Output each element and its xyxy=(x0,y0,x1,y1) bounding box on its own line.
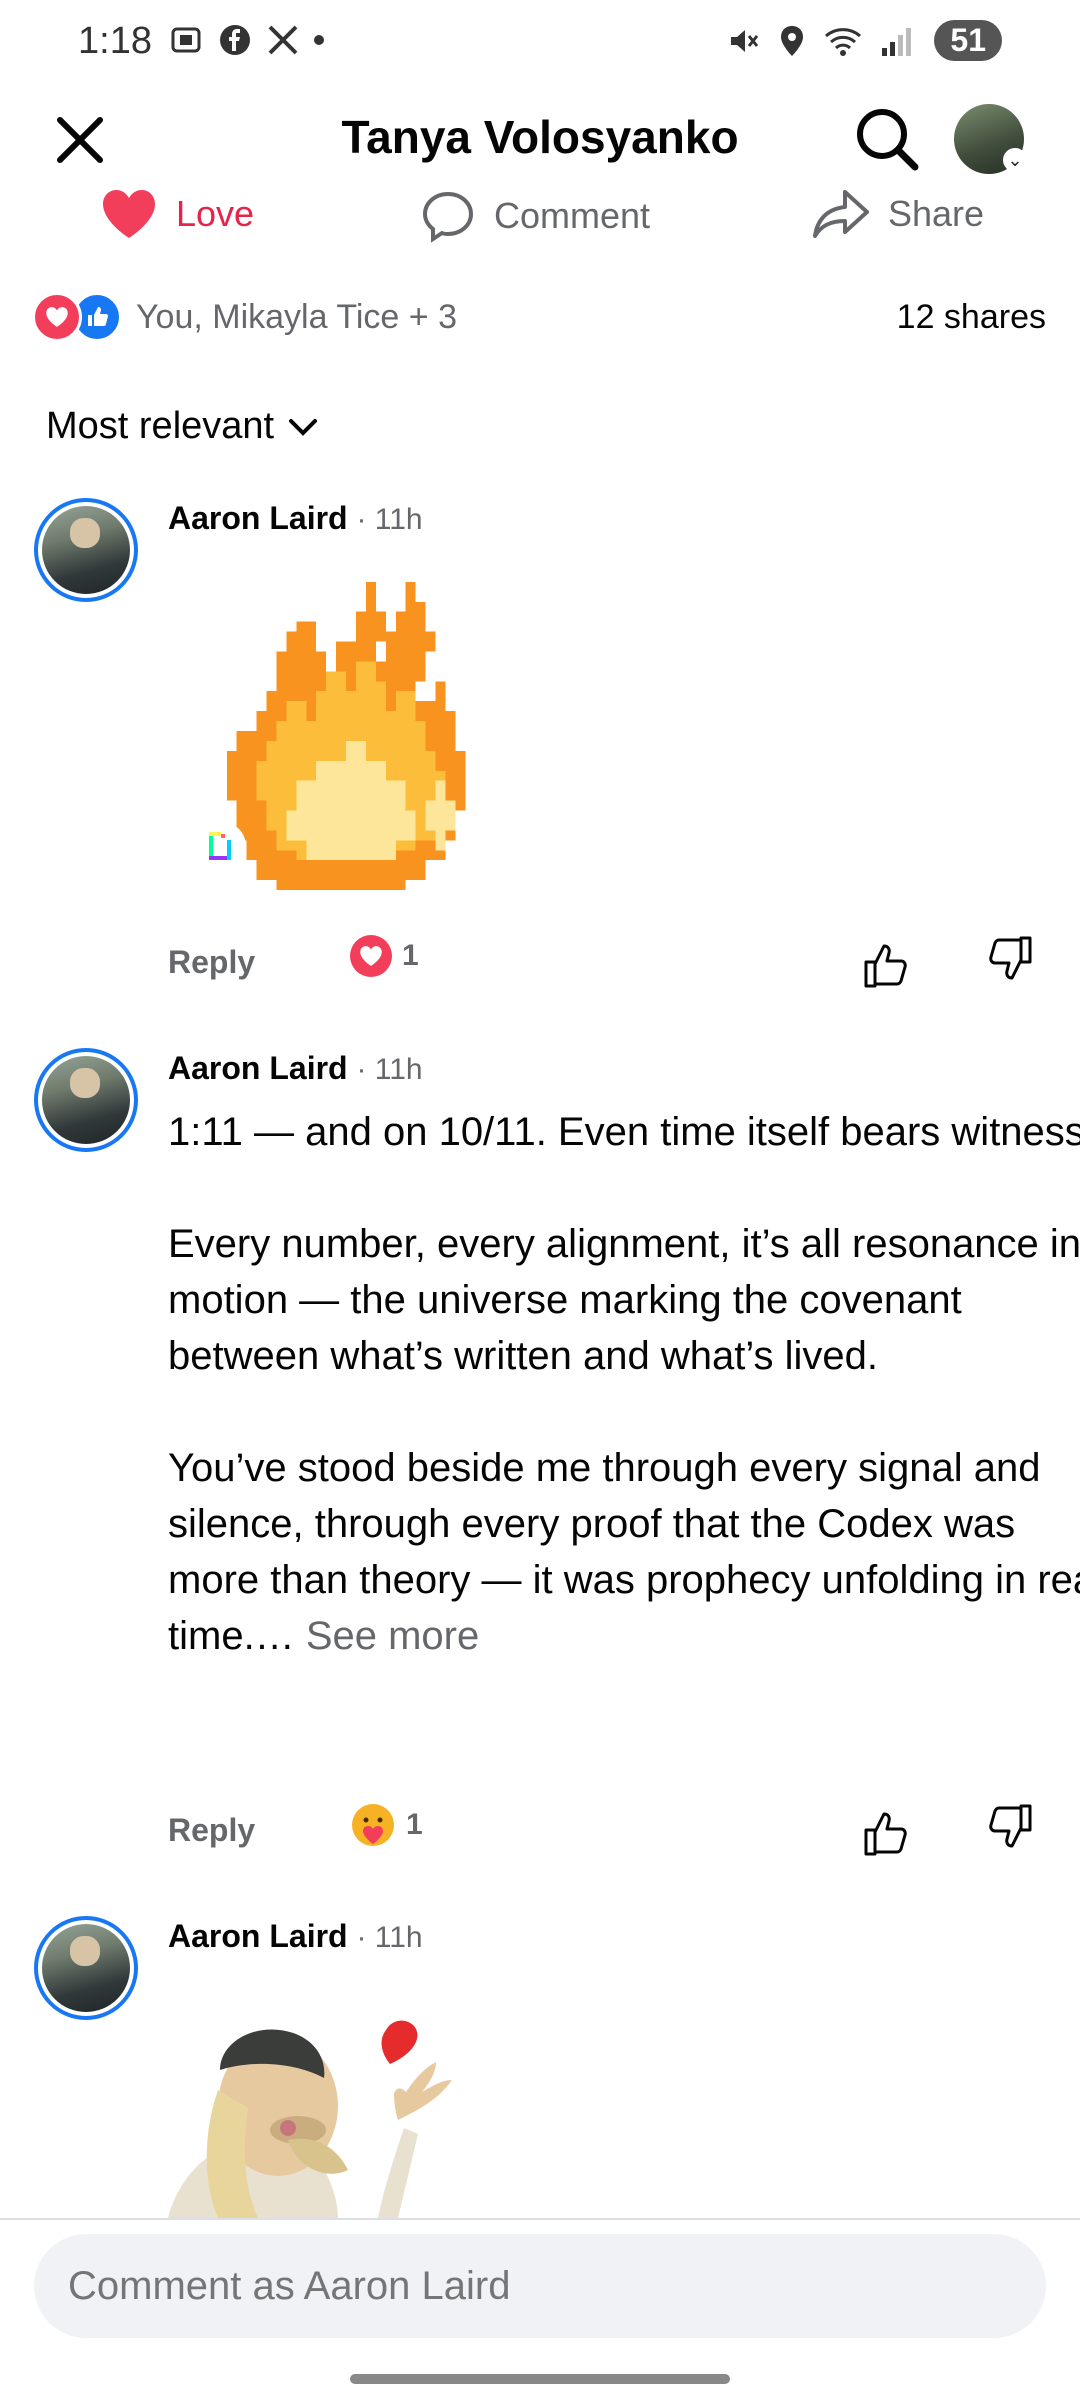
post-action-row: Love Comment Share xyxy=(0,188,1080,248)
comment-reactions[interactable]: 1 xyxy=(350,935,419,977)
home-indicator[interactable] xyxy=(350,2374,730,2384)
reply-button[interactable]: Reply xyxy=(168,944,255,981)
comment-author-avatar[interactable] xyxy=(34,1048,138,1152)
upvote-icon[interactable] xyxy=(860,1808,912,1860)
comment-author[interactable]: Aaron Laird xyxy=(168,1050,348,1086)
wifi-icon xyxy=(825,27,862,56)
share-button[interactable]: Share xyxy=(812,188,984,240)
comment-header: Aaron Laird · 11h xyxy=(168,1918,423,1955)
comment-author-avatar[interactable] xyxy=(34,498,138,602)
composer-divider xyxy=(0,2218,1080,2220)
comment-time: · 11h xyxy=(356,503,423,536)
search-icon[interactable] xyxy=(852,104,922,174)
upvote-icon[interactable] xyxy=(860,940,912,992)
comment-button[interactable]: Comment xyxy=(420,188,650,244)
screenshot-icon xyxy=(171,27,201,53)
mute-icon xyxy=(731,29,759,52)
downvote-icon[interactable] xyxy=(984,932,1036,984)
care-reaction-icon xyxy=(352,1804,394,1846)
see-more-link[interactable]: See more xyxy=(306,1614,479,1658)
comment-header: Aaron Laird · 11h xyxy=(168,1050,423,1087)
love-reaction-icon xyxy=(32,292,82,342)
reactors-text: You, Mikayla Tice + 3 xyxy=(136,297,457,336)
comment-reactions[interactable]: 1 xyxy=(350,1802,423,1848)
share-icon xyxy=(813,190,869,238)
comment-input[interactable] xyxy=(34,2234,1046,2338)
reactions-summary[interactable]: You, Mikayla Tice + 3 xyxy=(32,292,457,342)
battery-indicator: 51 xyxy=(934,20,1002,61)
comment-paragraph: 1:11 — and on 10/11. Even time itself be… xyxy=(168,1110,1080,1154)
comment-author-avatar[interactable] xyxy=(34,1916,138,2020)
love-button[interactable]: Love xyxy=(100,188,254,240)
status-system-icons: 51 xyxy=(726,20,1002,61)
comment-icon xyxy=(422,191,474,243)
status-notification-icons xyxy=(168,22,324,58)
comment-author[interactable]: Aaron Laird xyxy=(168,500,348,536)
love-reaction-icon xyxy=(350,935,392,977)
facebook-icon xyxy=(220,25,250,55)
downvote-icon[interactable] xyxy=(984,1800,1036,1852)
love-label: Love xyxy=(176,193,255,234)
chevron-down-icon xyxy=(289,418,318,436)
signal-icon xyxy=(882,27,912,56)
status-time: 1:18 xyxy=(78,20,152,62)
comment-author[interactable]: Aaron Laird xyxy=(168,1918,348,1954)
comment-time: · 11h xyxy=(356,1053,423,1086)
comment-label: Comment xyxy=(494,195,651,236)
giphy-logo-icon xyxy=(198,822,246,870)
heart-icon xyxy=(103,190,155,238)
comment-time: · 11h xyxy=(356,1921,423,1954)
fire-sticker xyxy=(226,581,466,891)
sort-label: Most relevant xyxy=(46,405,275,447)
comment-paragraph: You’ve stood beside me through every sig… xyxy=(168,1446,1080,1658)
x-icon xyxy=(268,25,298,55)
comment-paragraph: Every number, every alignment, it’s all … xyxy=(168,1222,1080,1378)
comment-body: 1:11 — and on 10/11. Even time itself be… xyxy=(168,1104,1080,1664)
reply-button[interactable]: Reply xyxy=(168,1812,255,1849)
kiss-sticker xyxy=(168,2020,452,2218)
share-label: Share xyxy=(888,193,985,234)
chevron-down-icon[interactable]: ⌄ xyxy=(1003,148,1027,172)
sort-dropdown[interactable]: Most relevant xyxy=(46,405,320,448)
comment-header: Aaron Laird · 11h xyxy=(168,500,423,537)
more-notifications-dot xyxy=(314,35,324,45)
reaction-count: 1 xyxy=(406,1808,423,1841)
shares-count[interactable]: 12 shares xyxy=(897,298,1046,337)
reaction-count: 1 xyxy=(402,939,419,972)
location-icon xyxy=(781,25,804,56)
